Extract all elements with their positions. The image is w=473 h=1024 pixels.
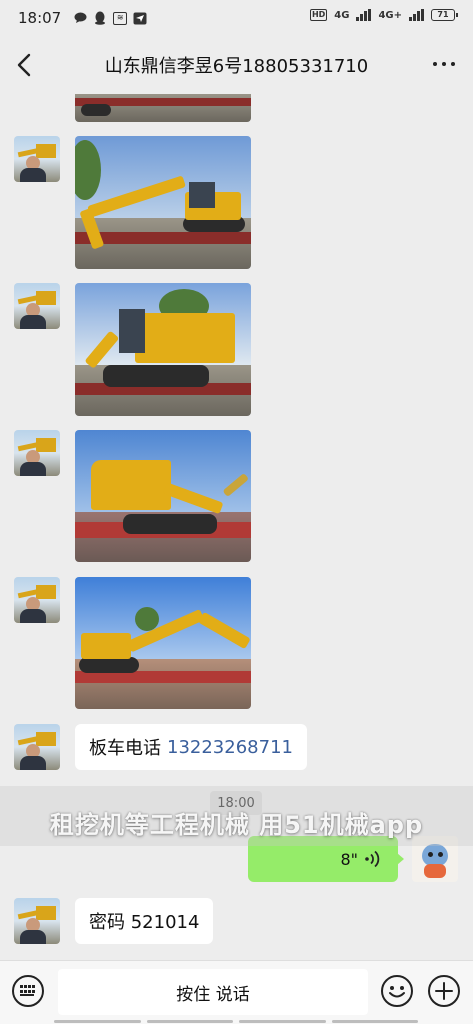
smiley-icon [389,986,405,998]
excavator-photo-3[interactable] [75,430,251,562]
contact-avatar[interactable] [14,577,60,623]
app-notification-icon: ≋ [113,11,128,25]
signal-icon [356,9,372,21]
photo-cab-window [189,182,215,208]
battery-icon: 71 [431,9,458,21]
photo-excavator-body [135,313,235,363]
chat-input-bar: 按住 说话 [0,960,473,1024]
message-text: 板车电话 [89,738,161,759]
battery-level: 71 [437,10,449,19]
contact-avatar[interactable] [14,430,60,476]
contact-avatar[interactable] [14,724,60,770]
hold-to-talk-button[interactable]: 按住 说话 [58,969,368,1015]
photo-cab-window [119,309,145,353]
chevron-left-icon [17,53,31,77]
voice-wave-icon [365,850,380,868]
contact-avatar[interactable] [14,898,60,944]
excavator-photo-partial[interactable] [75,94,251,122]
hd-indicator: HD [309,9,328,21]
contact-avatar[interactable] [14,283,60,329]
phone-number-link[interactable]: 13223268711 [167,737,293,758]
back-button[interactable] [14,52,36,78]
keyboard-icon [20,985,36,997]
more-options-button[interactable] [433,62,455,66]
photo-track [79,657,139,673]
system-nav-indicator [54,1020,418,1024]
contact-avatar[interactable] [14,136,60,182]
photo-wheels [81,104,111,116]
message-text: 密码 521014 [89,912,200,933]
dot-icon [442,62,446,66]
excavator-photo-1[interactable] [75,136,251,269]
watermark-text: 租挖机等工程机械 用51机械app [49,810,424,839]
emoji-button[interactable] [381,975,413,1007]
dot-icon [433,62,437,66]
signal-icon-2 [409,9,424,21]
keyboard-toggle-button[interactable] [12,975,44,1007]
more-functions-button[interactable] [428,975,460,1007]
chat-title: 山东鼎信李昱6号18805331710 [104,56,369,77]
photo-excavator-body [81,633,131,659]
status-time: 18:07 [18,9,62,27]
photo-track [103,365,209,387]
status-bar: 18:07 ≋ HD 4G 4G+ 71 [0,0,473,36]
network-4g-label: 4G [334,9,350,21]
photo-track [123,514,217,534]
photo-excavator-body [91,460,171,510]
dot-icon [451,62,455,66]
network-4gplus-label: 4G+ [378,9,402,21]
excavator-photo-2[interactable] [75,283,251,416]
plus-icon [435,982,453,1000]
chat-notification-icon [73,11,87,25]
voice-duration: 8" [340,849,358,869]
text-message-password[interactable]: 密码 521014 [75,898,214,944]
send-notification-icon [133,11,147,25]
qq-notification-icon [93,11,107,25]
text-message-phone[interactable]: 板车电话 13223268711 [75,724,307,770]
chat-header: 山东鼎信李昱6号18805331710 [0,36,473,94]
excavator-photo-4[interactable] [75,577,251,709]
